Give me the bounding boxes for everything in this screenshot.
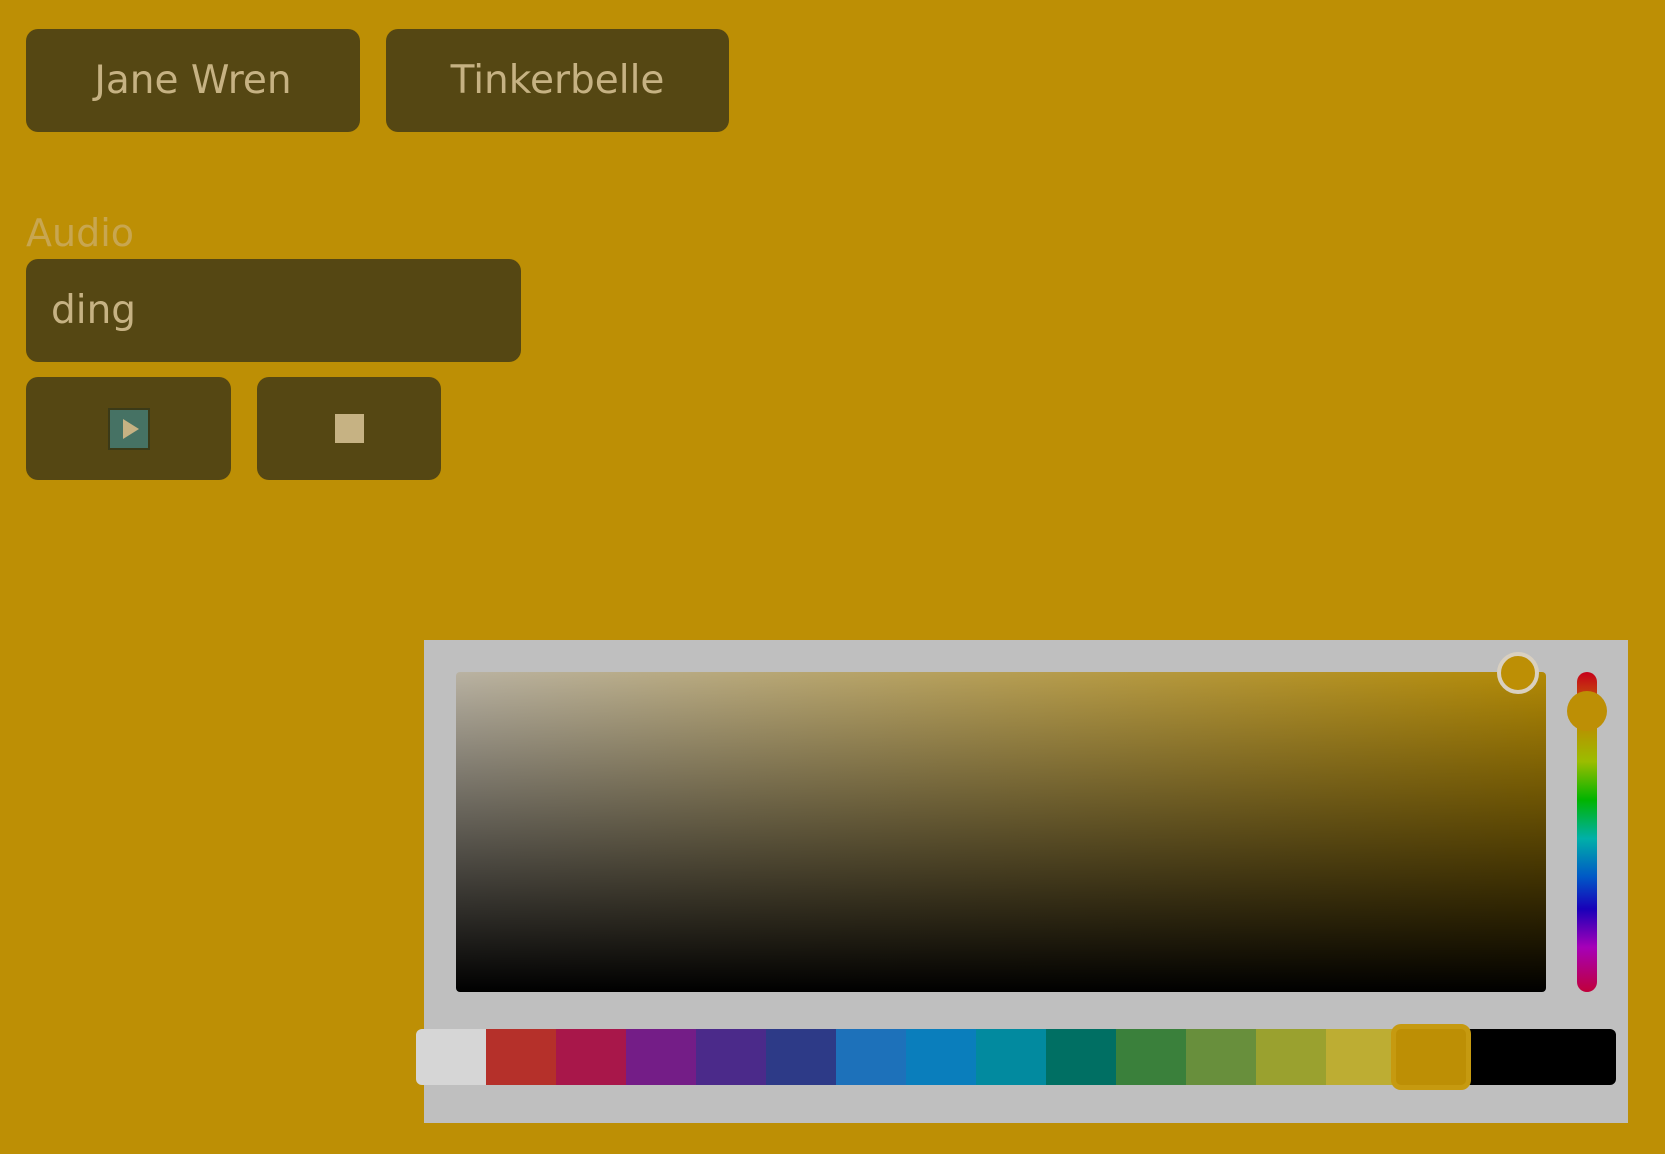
swatch-green[interactable] (1116, 1029, 1186, 1085)
play-button[interactable] (26, 377, 231, 480)
color-swatches (416, 1024, 1616, 1090)
swatch-lime[interactable] (1256, 1029, 1326, 1085)
swatch-amber[interactable] (1391, 1024, 1471, 1090)
audio-value: ding (51, 288, 137, 333)
swatch-blue[interactable] (836, 1029, 906, 1085)
hue-slider-handle[interactable] (1567, 691, 1607, 731)
swatch-indigo[interactable] (766, 1029, 836, 1085)
color-picker-panel (416, 640, 1628, 1123)
swatch-cyan[interactable] (976, 1029, 1046, 1085)
swatch-red[interactable] (486, 1029, 556, 1085)
audio-label: Audio (26, 211, 135, 255)
tinkerbelle-button[interactable]: Tinkerbelle (386, 29, 729, 132)
saturation-value-handle[interactable] (1497, 652, 1539, 694)
audio-select[interactable]: ding (26, 259, 521, 362)
swatch-teal[interactable] (1046, 1029, 1116, 1085)
jane-wren-button[interactable]: Jane Wren (26, 29, 360, 132)
swatch-purple[interactable] (626, 1029, 696, 1085)
swatch-light-green[interactable] (1186, 1029, 1256, 1085)
swatch-crimson[interactable] (556, 1029, 626, 1085)
swatch-deep-purple[interactable] (696, 1029, 766, 1085)
saturation-value-area[interactable] (456, 672, 1546, 992)
swatch-black[interactable] (1466, 1029, 1616, 1085)
stop-icon (334, 414, 364, 443)
play-icon (107, 407, 150, 450)
swatch-white[interactable] (416, 1029, 486, 1085)
stop-button[interactable] (257, 377, 441, 480)
swatch-light-blue[interactable] (906, 1029, 976, 1085)
swatch-yellow[interactable] (1326, 1029, 1396, 1085)
